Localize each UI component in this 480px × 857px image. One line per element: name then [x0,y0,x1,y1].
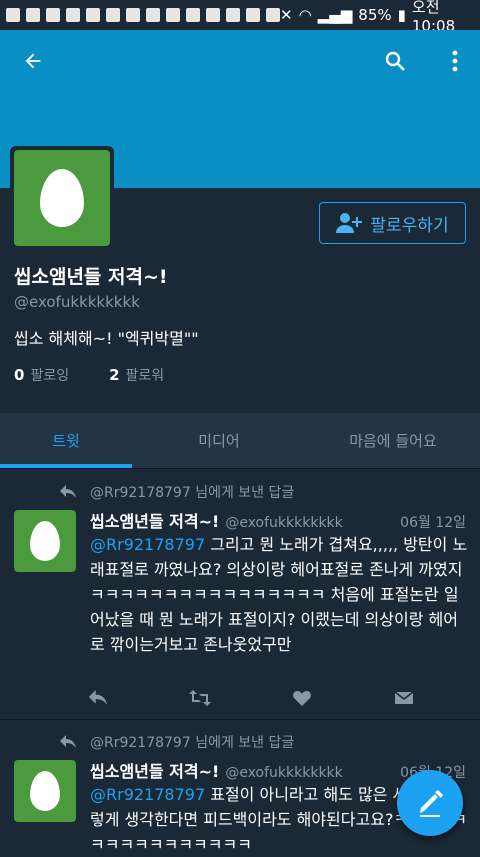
notification-icon [26,8,40,22]
followers-count-link[interactable]: 2 팔로워 [109,365,164,385]
more-notifications-icon [266,8,280,22]
notification-icon [6,8,20,22]
notification-icons [6,8,280,22]
reply-arrow-icon [60,485,76,498]
profile-tabs: 트윗 미디어 마음에 들어요 [0,413,480,469]
camera-icon [206,8,220,22]
search-button[interactable] [378,44,412,78]
tweet-author-handle: @exofukkkkkkkk [225,515,343,531]
reply-context[interactable]: @Rr92178797 님에게 보낸 답글 [60,482,294,502]
back-button[interactable] [16,44,50,78]
following-label: 팔로잉 [30,368,70,384]
back-arrow-icon [25,53,41,69]
compose-feather-icon [420,790,443,817]
tab-tweets[interactable]: 트윗 [0,413,132,468]
app-icon [126,8,140,22]
follow-counts: 0 팔로잉 2 팔로워 [14,365,164,385]
profile-avatar[interactable] [10,146,114,250]
status-bar: ✕ ◠ ▂▄▆ 85% ▮ 오전 10:08 [0,0,480,35]
tweet-author-handle: @exofukkkkkkkk [225,765,343,781]
tweet-mention-link[interactable]: @Rr92178797 [90,535,205,554]
followers-count: 2 [109,366,120,384]
compose-tweet-button[interactable] [397,770,463,836]
notification-icon [46,8,60,22]
profile-bio: 씹소 해체해~! "엑퀴박멸"" [14,329,199,348]
image-icon [246,8,260,22]
signal-icon: ▂▄▆ [317,6,353,24]
battery-percent: 85% [358,6,392,24]
download-icon [66,8,80,22]
profile-display-name: 씹소앰년들 저격~! [14,266,168,288]
battery-icon: ▮ [397,6,406,24]
egg-avatar-icon [40,169,84,227]
profile-handle: @exofukkkkkkkk [14,293,140,311]
reply-context-text: @Rr92178797 님에게 보낸 답글 [90,735,295,751]
tweet-mention-link[interactable]: @Rr92178797 [90,785,205,804]
tweet-header: 씹소앰년들 저격~! @exofukkkkkkkk 06월 12일 [90,508,466,532]
followers-label: 팔로워 [125,368,165,384]
tweet-item[interactable]: @Rr92178797 님에게 보낸 답글 씹소앰년들 저격~! @exofuk… [0,470,480,720]
direct-message-button[interactable] [392,688,416,708]
more-options-button[interactable] [440,44,470,78]
reply-icon [88,690,108,705]
more-vertical-icon [452,50,458,72]
tab-media[interactable]: 미디어 [132,413,306,468]
avatar-inner [14,150,110,246]
tab-likes[interactable]: 마음에 들어요 [306,413,480,468]
follow-button[interactable]: 팔로우하기 [319,202,466,244]
download-icon [166,8,180,22]
add-user-icon [336,213,363,233]
download-icon [146,8,160,22]
mute-icon: ✕ [280,6,293,24]
reply-button[interactable] [86,688,110,708]
follow-button-label: 팔로우하기 [370,215,449,236]
following-count: 0 [14,366,25,384]
retweet-button[interactable] [188,688,212,708]
mail-icon [106,8,120,22]
retweet-icon [189,690,211,706]
tweet-author-name: 씹소앰년들 저격~! [90,762,220,781]
heart-icon [293,691,311,706]
tweet-avatar[interactable] [14,760,76,822]
reply-context[interactable]: @Rr92178797 님에게 보낸 답글 [60,732,294,752]
tweet-date: 06월 12일 [400,515,466,531]
reply-context-text: @Rr92178797 님에게 보낸 답글 [90,485,295,501]
tweet-actions [86,688,416,708]
download-icon [86,8,100,22]
tweet-author-name: 씹소앰년들 저격~! [90,512,220,531]
egg-avatar-icon [30,771,60,811]
image-icon [226,8,240,22]
following-count-link[interactable]: 0 팔로잉 [14,365,69,385]
envelope-icon [395,691,413,704]
tweet-avatar[interactable] [14,510,76,572]
tweet-text: @Rr92178797 그리고 뭔 노래가 겹쳐요,,,,, 방탄이 노래표절로… [90,532,470,657]
egg-avatar-icon [30,521,60,561]
play-icon [186,8,200,22]
wifi-icon: ◠ [298,6,312,24]
reply-arrow-icon [60,735,76,748]
search-icon [385,51,405,71]
like-button[interactable] [290,688,314,708]
